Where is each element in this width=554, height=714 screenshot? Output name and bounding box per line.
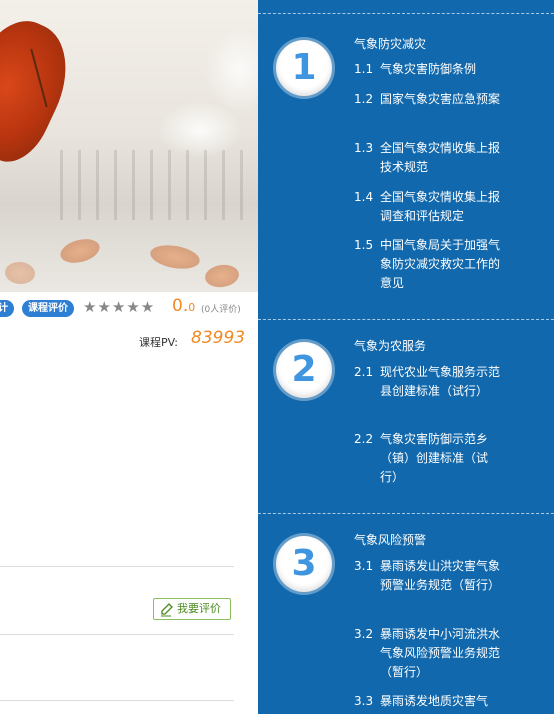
outline-item-number: 2.1 <box>354 365 374 379</box>
course-outline-panel: 1 气象防灾减灾 1.1 气象灾害防御条例 1.2 国家气象灾害应急预案 1.3… <box>258 0 554 714</box>
outline-item[interactable]: 3.3 暴雨诱发地质灾害气 <box>354 692 504 711</box>
outline-item-label: 全国气象灾情收集上报调查和评估规定 <box>380 190 501 223</box>
outline-item[interactable]: 1.3 全国气象灾情收集上报技术规范 <box>354 139 504 177</box>
outline-item[interactable]: 3.2 暴雨诱发中小河流洪水气象风险预警业务规范（暂行） <box>354 625 504 682</box>
course-meta-row: 计 课程评价 ★★★★★ 0.0 (0人评价) <box>0 296 258 320</box>
fallen-leaf <box>148 241 202 273</box>
outline-item[interactable]: 1.1 气象灾害防御条例 <box>354 60 504 79</box>
outline-item[interactable]: 1.4 全国气象灾情收集上报调查和评估规定 <box>354 188 504 226</box>
section-divider <box>258 319 554 320</box>
rating-score-main: 0. <box>172 296 189 316</box>
section-number-badge: 2 <box>276 342 332 398</box>
outline-item[interactable]: 1.2 国家气象灾害应急预案 <box>354 90 504 109</box>
course-evaluation-tag[interactable]: 课程评价 <box>22 300 74 317</box>
outline-item-label: 暴雨诱发山洪灾害气象预警业务规范（暂行） <box>380 559 501 592</box>
outline-item[interactable]: 1.5 中国气象局关于加强气象防灾减灾救灾工作的意见 <box>354 236 504 293</box>
pv-label: 课程PV: <box>139 336 178 349</box>
outline-item-number: 3.3 <box>354 694 374 708</box>
fallen-leaf <box>4 260 36 286</box>
outline-item-label: 全国气象灾情收集上报技术规范 <box>380 141 501 174</box>
outline-item-label: 中国气象局关于加强气象防灾减灾救灾工作的意见 <box>380 238 501 290</box>
section-number-badge: 1 <box>276 40 332 96</box>
section-title: 气象防灾减灾 <box>354 37 427 51</box>
section-title: 气象为农服务 <box>354 339 427 353</box>
outline-item[interactable]: 2.1 现代农业气象服务示范县创建标准（试行） <box>354 363 504 401</box>
outline-item-number: 3.1 <box>354 559 374 573</box>
fallen-leaf <box>203 262 241 290</box>
outline-item-number: 1.4 <box>354 190 374 204</box>
outline-item-label: 气象灾害防御示范乡（镇）创建标准（试行） <box>380 432 489 484</box>
outline-item-label: 国家气象灾害应急预案 <box>380 92 501 106</box>
outline-item-number: 2.2 <box>354 432 374 446</box>
outline-item-number: 1.2 <box>354 92 374 106</box>
divider <box>0 700 234 701</box>
rating-score-decimal: 0 <box>188 301 196 314</box>
pencil-icon <box>161 603 173 617</box>
outline-item-number: 1.1 <box>354 62 374 76</box>
outline-item-number: 1.5 <box>354 238 374 252</box>
section-divider <box>258 513 554 514</box>
pv-value: 83993 <box>191 328 246 348</box>
outline-item-label: 现代农业气象服务示范县创建标准（试行） <box>380 365 501 398</box>
outline-item[interactable]: 2.2 气象灾害防御示范乡（镇）创建标准（试行） <box>354 430 504 487</box>
divider <box>0 634 234 635</box>
section-divider <box>258 13 554 14</box>
course-pv-row: 课程PV: 83993 <box>0 328 258 350</box>
outline-item-number: 3.2 <box>354 627 374 641</box>
outline-item-label: 暴雨诱发地质灾害气 <box>380 694 489 708</box>
course-tag[interactable]: 计 <box>0 300 14 317</box>
rating-score: 0.0 <box>172 296 195 316</box>
rating-count: (0人评价) <box>201 305 241 315</box>
rating-stars: ★★★★★ <box>83 298 156 316</box>
evaluate-button-label: 我要评价 <box>177 602 221 615</box>
course-banner-image <box>0 0 258 292</box>
outline-item-label: 气象灾害防御条例 <box>380 62 477 76</box>
evaluate-button[interactable]: 我要评价 <box>153 598 231 620</box>
outline-item-label: 暴雨诱发中小河流洪水气象风险预警业务规范（暂行） <box>380 627 501 679</box>
course-panel: 计 课程评价 ★★★★★ 0.0 (0人评价) 课程PV: 83993 我要评价 <box>0 0 258 714</box>
section-title: 气象风险预警 <box>354 533 427 547</box>
outline-item-number: 1.3 <box>354 141 374 155</box>
outline-item[interactable]: 3.1 暴雨诱发山洪灾害气象预警业务规范（暂行） <box>354 557 504 595</box>
bridge-background <box>60 150 258 220</box>
fallen-leaf <box>57 235 103 267</box>
section-number-badge: 3 <box>276 536 332 592</box>
divider <box>0 566 234 567</box>
